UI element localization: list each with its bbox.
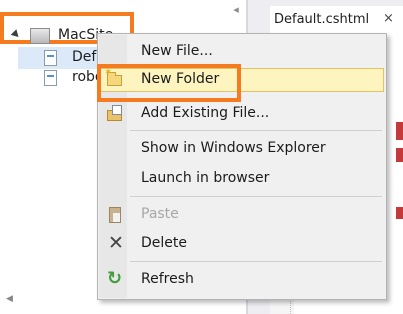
- menu-item-label: Show in Windows Explorer: [141, 140, 326, 156]
- close-icon[interactable]: ×: [383, 11, 394, 26]
- add-existing-file-icon: [106, 105, 124, 123]
- code-text-fragment: [396, 207, 403, 219]
- web-project-icon: [30, 28, 50, 44]
- menu-item-label: Paste: [141, 206, 179, 222]
- delete-icon: ✕: [108, 232, 124, 254]
- text-file-icon: [44, 70, 57, 86]
- menu-item-refresh[interactable]: ↻ Refresh: [100, 268, 384, 292]
- refresh-icon: ↻: [107, 268, 123, 289]
- scroll-left-arrow-icon[interactable]: ◀: [6, 292, 13, 306]
- menu-item-delete[interactable]: ✕ Delete: [100, 232, 384, 256]
- menu-item-label: Delete: [141, 235, 187, 251]
- new-folder-annotation-highlight: [97, 64, 241, 102]
- menu-item-paste[interactable]: Paste: [100, 203, 384, 227]
- menu-item-label: New File...: [141, 43, 213, 59]
- tab-default-cshtml[interactable]: Default.cshtml ×: [270, 6, 403, 34]
- menu-item-new-file[interactable]: New File...: [100, 40, 384, 64]
- menu-separator: [130, 130, 382, 131]
- menu-item-label: Add Existing File...: [141, 105, 270, 121]
- paste-icon: [106, 206, 124, 224]
- menu-item-label: Refresh: [141, 271, 194, 287]
- menu-item-add-existing-file[interactable]: Add Existing File...: [100, 102, 384, 126]
- tab-label: Default.cshtml: [274, 12, 370, 27]
- menu-separator: [130, 261, 382, 262]
- menu-separator: [130, 196, 382, 197]
- menu-item-show-in-explorer[interactable]: Show in Windows Explorer: [100, 137, 384, 161]
- cshtml-file-icon: [44, 50, 57, 66]
- code-text-fragment: [396, 148, 403, 162]
- menu-item-label: Launch in browser: [141, 170, 270, 186]
- scroll-left-icon[interactable]: ◂: [231, 3, 241, 17]
- menu-item-launch-in-browser[interactable]: Launch in browser: [100, 167, 384, 191]
- code-text-fragment: [396, 122, 403, 140]
